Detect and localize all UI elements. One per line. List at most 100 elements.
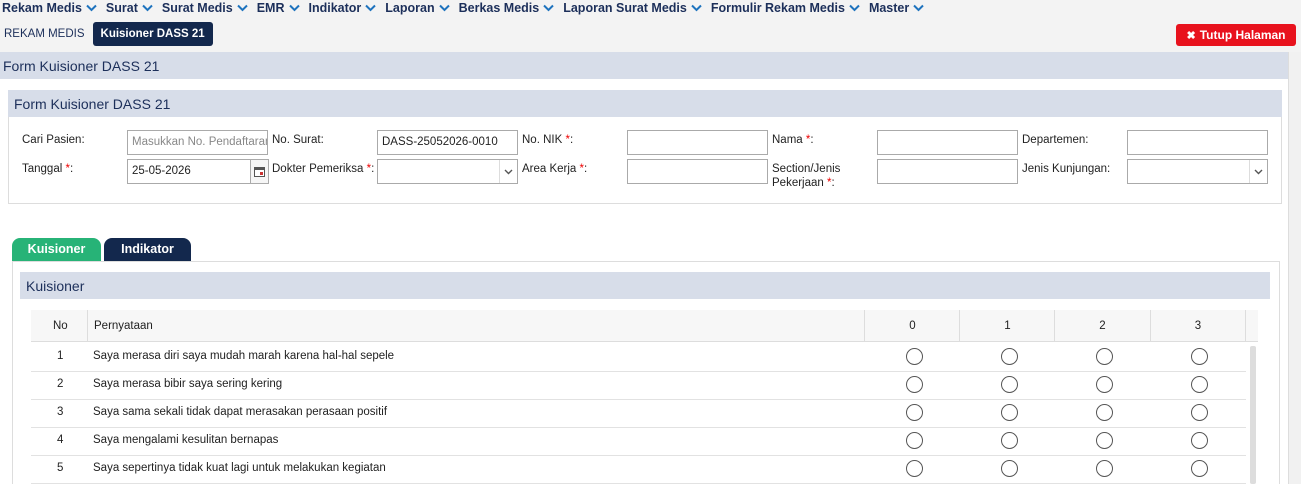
menu-master[interactable]: Master (869, 1, 924, 15)
label-colon: : (569, 134, 574, 146)
table-header: No Pernyataan 0 1 2 3 (31, 310, 1258, 342)
row-statement: Saya mengalami kesulitan bernapas (93, 434, 279, 446)
departemen-input[interactable] (1127, 130, 1268, 155)
menu-label: Rekam Medis (2, 1, 82, 15)
no-surat-input[interactable]: DASS-25052026-0010 (377, 130, 518, 155)
row-statement: Saya sepertinya tidak kuat lagi untuk me… (93, 462, 386, 474)
row-no: 5 (57, 462, 64, 474)
tab-indikator[interactable]: Indikator (104, 238, 191, 261)
nama-input[interactable] (877, 130, 1018, 155)
menu-formulir-rekam-medis[interactable]: Formulir Rekam Medis (711, 1, 860, 15)
calendar-icon (254, 167, 265, 177)
col-score-2: 2 (1054, 310, 1150, 342)
menu-label: Laporan Surat Medis (563, 1, 687, 15)
area-kerja-label-text: Area Kerja (522, 163, 580, 175)
section-label: Section/Jenis Pekerjaan *: (772, 162, 840, 190)
calendar-button[interactable] (251, 159, 269, 184)
cari-pasien-input[interactable]: Masukkan No. Pendaftaran (127, 130, 268, 155)
menu-label: Indikator (308, 1, 362, 15)
radio-score-0[interactable] (906, 404, 923, 421)
jenis-kunjungan-select[interactable] (1127, 159, 1268, 184)
nama-label: Nama *: (772, 133, 814, 147)
label-colon: : (584, 163, 588, 175)
menu-label: Master (868, 1, 910, 15)
departemen-label: Departemen: (1022, 134, 1089, 146)
col-score-1: 1 (959, 310, 1055, 342)
page-scrollbar[interactable] (1288, 52, 1301, 484)
menu-label: Surat Medis (161, 1, 233, 15)
table-row: 3 Saya sama sekali tidak dapat merasakan… (31, 400, 1246, 428)
chevron-down-icon (913, 4, 924, 12)
label-colon: : (831, 177, 835, 189)
section-input[interactable] (877, 159, 1018, 184)
menu-label: EMR (256, 1, 285, 15)
radio-score-1[interactable] (1001, 348, 1018, 365)
menu-indikator[interactable]: Indikator (309, 1, 377, 15)
radio-score-2[interactable] (1096, 404, 1113, 421)
main-menu: Rekam Medis Surat Surat Medis EMR Indika… (0, 0, 1301, 16)
area-kerja-label: Area Kerja *: (522, 162, 587, 176)
no-surat-label: No. Surat: (272, 134, 324, 146)
no-nik-label-text: No. NIK (522, 134, 566, 146)
menu-emr[interactable]: EMR (257, 1, 300, 15)
menu-berkas-medis[interactable]: Berkas Medis (459, 1, 555, 15)
close-icon: ✖ (1186, 29, 1196, 42)
chevron-down-icon (237, 4, 248, 12)
close-page-button[interactable]: ✖ Tutup Halaman (1176, 24, 1296, 46)
tanggal-label: Tanggal *: (22, 162, 73, 176)
radio-score-3[interactable] (1191, 460, 1208, 477)
tab-kuisioner[interactable]: Kuisioner (12, 238, 101, 261)
radio-score-3[interactable] (1191, 432, 1208, 449)
radio-score-1[interactable] (1001, 376, 1018, 393)
chevron-down-icon (543, 4, 554, 12)
menu-rekam-medis[interactable]: Rekam Medis (2, 1, 97, 15)
menu-label: Berkas Medis (458, 1, 540, 15)
table-scrollbar[interactable] (1250, 346, 1256, 484)
dokter-label: Dokter Pemeriksa *: (272, 162, 374, 176)
cari-pasien-label: Cari Pasien: (22, 134, 85, 146)
no-nik-input[interactable] (627, 130, 768, 155)
radio-score-0[interactable] (906, 376, 923, 393)
chevron-down-icon (142, 4, 153, 12)
radio-score-0[interactable] (906, 432, 923, 449)
no-nik-label: No. NIK *: (522, 133, 573, 147)
menu-laporan-surat-medis[interactable]: Laporan Surat Medis (563, 1, 702, 15)
radio-score-3[interactable] (1191, 348, 1208, 365)
radio-score-3[interactable] (1191, 376, 1208, 393)
tab-rekam-medis[interactable]: REKAM MEDIS (0, 28, 89, 40)
col-score-3: 3 (1150, 310, 1246, 342)
dokter-select[interactable] (377, 159, 518, 184)
table-row: 1 Saya merasa diri saya mudah marah kare… (31, 344, 1246, 372)
chevron-down-icon (438, 4, 450, 12)
menu-surat-medis[interactable]: Surat Medis (162, 1, 248, 15)
radio-score-3[interactable] (1191, 404, 1208, 421)
radio-score-0[interactable] (906, 460, 923, 477)
menu-label: Laporan (385, 1, 435, 15)
radio-score-2[interactable] (1096, 348, 1113, 365)
row-no: 1 (57, 350, 64, 362)
form-panel-title: Form Kuisioner DASS 21 (8, 90, 1282, 117)
chevron-down-icon (849, 4, 860, 12)
menu-surat[interactable]: Surat (106, 1, 153, 15)
table-row: 2 Saya merasa bibir saya sering kering (31, 372, 1246, 400)
tanggal-input[interactable]: 25-05-2026 (127, 159, 251, 184)
tab-kuisioner-dass21[interactable]: Kuisioner DASS 21 (92, 22, 213, 46)
radio-score-1[interactable] (1001, 404, 1018, 421)
radio-score-0[interactable] (906, 348, 923, 365)
radio-score-1[interactable] (1001, 460, 1018, 477)
col-pernyataan: Pernyataan (87, 310, 153, 342)
area-kerja-input[interactable] (627, 159, 768, 184)
label-colon: : (371, 163, 375, 175)
label-colon: : (810, 134, 814, 146)
radio-score-2[interactable] (1096, 376, 1113, 393)
label-colon: : (69, 163, 74, 175)
radio-score-2[interactable] (1096, 432, 1113, 449)
chevron-down-icon (691, 4, 702, 12)
kuisioner-panel-title: Kuisioner (20, 272, 1270, 299)
row-no: 3 (57, 406, 64, 418)
menu-laporan[interactable]: Laporan (385, 1, 450, 15)
radio-score-1[interactable] (1001, 432, 1018, 449)
radio-score-2[interactable] (1096, 460, 1113, 477)
col-score-0: 0 (864, 310, 960, 342)
dokter-label-text: Dokter Pemeriksa (272, 163, 367, 175)
